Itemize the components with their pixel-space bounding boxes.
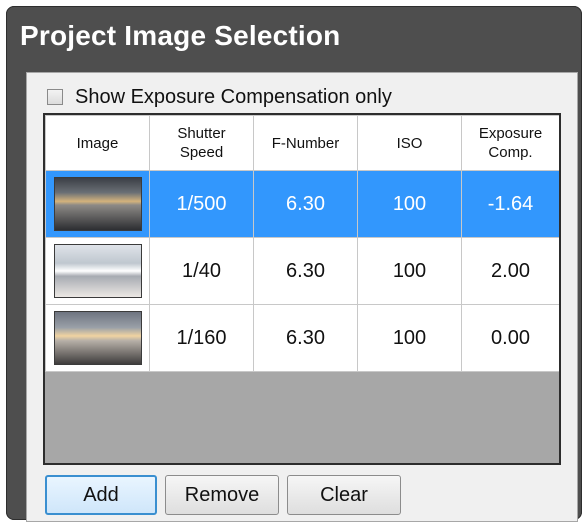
content-panel: Show Exposure Compensation only Image Sh…	[26, 72, 578, 522]
iso-cell[interactable]: 100	[357, 237, 462, 305]
header-f-number[interactable]: F-Number	[253, 115, 358, 171]
cityscape-mid-icon	[53, 311, 142, 365]
header-exposure-comp[interactable]: Exposure Comp.	[461, 115, 559, 171]
image-cell[interactable]	[45, 237, 150, 305]
image-cell[interactable]	[45, 304, 150, 372]
window-title: Project Image Selection	[20, 20, 341, 51]
image-table: Image Shutter Speed F-Number ISO Exposure…	[43, 113, 561, 465]
exposure-cell[interactable]: 0.00	[461, 304, 559, 372]
exposure-cell[interactable]: -1.64	[461, 170, 559, 238]
table-header: Image Shutter Speed F-Number ISO Exposure…	[45, 115, 559, 171]
exposure-filter-checkbox[interactable]	[47, 89, 63, 105]
dialog-frame: Project Image Selection Show Exposure Co…	[6, 6, 582, 522]
add-button[interactable]: Add	[45, 475, 157, 515]
exposure-filter-row[interactable]: Show Exposure Compensation only	[47, 85, 392, 108]
exposure-filter-label: Show Exposure Compensation only	[75, 85, 392, 108]
header-iso[interactable]: ISO	[357, 115, 462, 171]
table-row[interactable]: 1/160 6.30 100 0.00	[45, 304, 559, 372]
iso-cell[interactable]: 100	[357, 304, 462, 372]
remove-button[interactable]: Remove	[165, 475, 279, 515]
cityscape-dark-icon	[53, 177, 142, 231]
header-exposure-comp-text: Exposure Comp.	[478, 125, 543, 161]
shutter-cell[interactable]: 1/500	[149, 170, 254, 238]
iso-cell[interactable]: 100	[357, 170, 462, 238]
shutter-cell[interactable]: 1/40	[149, 237, 254, 305]
cityscape-bright-icon	[53, 244, 142, 298]
header-shutter-speed[interactable]: Shutter Speed	[149, 115, 254, 171]
header-image[interactable]: Image	[45, 115, 150, 171]
fnumber-cell[interactable]: 6.30	[253, 304, 358, 372]
shutter-cell[interactable]: 1/160	[149, 304, 254, 372]
exposure-cell[interactable]: 2.00	[461, 237, 559, 305]
table-row[interactable]: 1/40 6.30 100 2.00	[45, 237, 559, 305]
fnumber-cell[interactable]: 6.30	[253, 170, 358, 238]
table-row[interactable]: 1/500 6.30 100 -1.64	[45, 170, 559, 238]
header-shutter-speed-text: Shutter Speed	[177, 125, 226, 161]
fnumber-cell[interactable]: 6.30	[253, 237, 358, 305]
clear-button[interactable]: Clear	[287, 475, 401, 515]
image-cell[interactable]	[45, 170, 150, 238]
